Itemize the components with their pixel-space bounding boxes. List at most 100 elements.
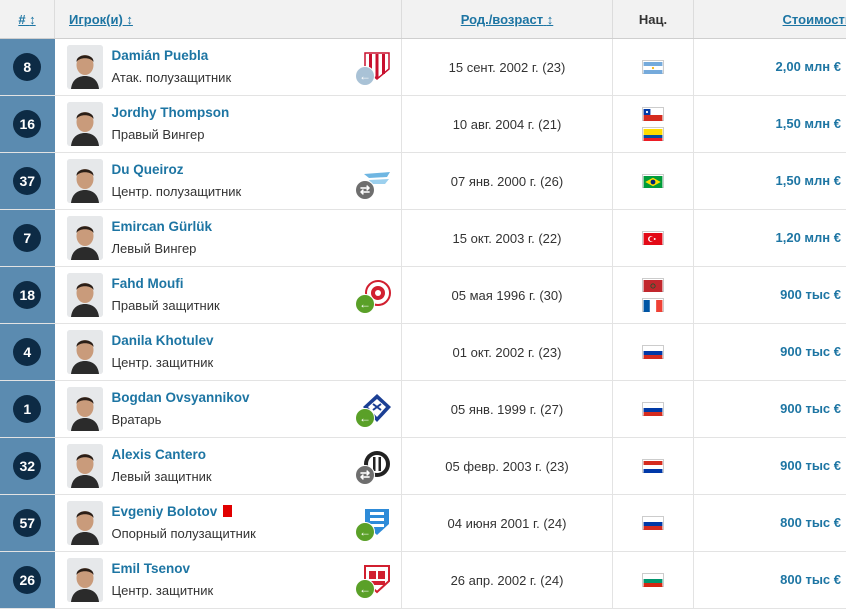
- market-value-cell: 900 тыс €⬆: [694, 324, 846, 381]
- player-name-link[interactable]: Danila Khotulev: [112, 333, 214, 348]
- club-badge[interactable]: ←: [359, 507, 393, 541]
- number-cell: 18: [0, 267, 55, 324]
- birth-date-cell: 26 апр. 2002 г. (24): [402, 552, 613, 609]
- birth-date-cell: 15 сент. 2002 г. (23): [402, 39, 613, 96]
- player-name-link[interactable]: Jordhy Thompson: [112, 105, 230, 120]
- sort-icon: ↕: [29, 12, 36, 27]
- market-value-link[interactable]: 900 тыс €: [780, 458, 841, 473]
- player-photo[interactable]: [67, 159, 103, 203]
- market-value-link[interactable]: 800 тыс €: [780, 572, 841, 587]
- club-badge[interactable]: ⇄: [359, 450, 393, 484]
- table-row: 37 Du Queiroz Центр. полузащитник ⇄ 07 я…: [0, 153, 846, 210]
- player-photo[interactable]: [67, 501, 103, 545]
- player-name-link[interactable]: Du Queiroz: [112, 162, 184, 177]
- player-photo[interactable]: [67, 387, 103, 431]
- player-photo[interactable]: [67, 273, 103, 317]
- club-badge[interactable]: ←: [359, 393, 393, 427]
- market-value-cell: 800 тыс €⬆: [694, 495, 846, 552]
- player-cell: Evgeniy Bolotov Опорный полузащитник ←: [55, 495, 402, 552]
- table-row: 57 Evgeniy Bolotov Опорный полузащитник …: [0, 495, 846, 552]
- brazil-flag-icon: [642, 174, 664, 188]
- birth-date-cell: 05 янв. 1999 г. (27): [402, 381, 613, 438]
- player-cell: Emil Tsenov Центр. защитник ←: [55, 552, 402, 609]
- table-row: 16 Jordhy Thompson Правый Вингер 10 авг.…: [0, 96, 846, 153]
- player-cell: Danila Khotulev Центр. защитник: [55, 324, 402, 381]
- player-photo[interactable]: [67, 102, 103, 146]
- header-age[interactable]: Род./возраст ↕: [402, 0, 613, 39]
- club-badge[interactable]: ←: [359, 51, 393, 85]
- shirt-number: 16: [13, 110, 41, 138]
- player-name-link[interactable]: Damián Puebla: [112, 48, 209, 63]
- market-value-link[interactable]: 2,00 млн €: [776, 59, 841, 74]
- player-cell: Fahd Moufi Правый защитник ←: [55, 267, 402, 324]
- market-value-cell: 2,00 млн €⬇: [694, 39, 846, 96]
- nationality-cell: [613, 495, 694, 552]
- header-nationality: Нац.: [613, 0, 694, 39]
- player-name-link[interactable]: Emil Tsenov: [112, 561, 191, 576]
- russia-flag-icon: [642, 516, 664, 530]
- number-cell: 57: [0, 495, 55, 552]
- market-value-cell: 1,20 млн €: [694, 210, 846, 267]
- club-badge[interactable]: ←: [359, 564, 393, 598]
- player-name-link[interactable]: Alexis Cantero: [112, 447, 207, 462]
- market-value-link[interactable]: 1,20 млн €: [776, 230, 841, 245]
- player-name-link[interactable]: Fahd Moufi: [112, 276, 184, 291]
- arrow-left-icon: ←: [355, 408, 375, 428]
- player-name-link[interactable]: Bogdan Ovsyannikov: [112, 390, 250, 405]
- club-badge[interactable]: ←: [359, 279, 393, 313]
- player-position: Левый защитник: [112, 468, 212, 486]
- table-row: 32 Alexis Cantero Левый защитник ⇄ 05 фе…: [0, 438, 846, 495]
- header-player[interactable]: Игрок(и) ↕: [55, 0, 402, 39]
- player-position: Левый Вингер: [112, 240, 213, 258]
- sort-value-link[interactable]: Стоимость ↓: [783, 12, 846, 27]
- number-cell: 8: [0, 39, 55, 96]
- market-value-cell: 1,50 млн €: [694, 153, 846, 210]
- club-badge[interactable]: ⇄: [359, 165, 393, 199]
- player-position: Центр. полузащитник: [112, 183, 242, 201]
- market-value-cell: 800 тыс €⬇: [694, 552, 846, 609]
- market-value-link[interactable]: 1,50 млн €: [776, 173, 841, 188]
- market-value-link[interactable]: 900 тыс €: [780, 344, 841, 359]
- market-value-link[interactable]: 800 тыс €: [780, 515, 841, 530]
- table-row: 8 Damián Puebla Атак. полузащитник ← 15 …: [0, 39, 846, 96]
- player-cell: Du Queiroz Центр. полузащитник ⇄: [55, 153, 402, 210]
- player-position: Опорный полузащитник: [112, 525, 256, 543]
- shirt-number: 4: [13, 338, 41, 366]
- player-photo[interactable]: [67, 330, 103, 374]
- player-photo[interactable]: [67, 444, 103, 488]
- sort-number-link[interactable]: # ↕: [18, 12, 35, 27]
- number-cell: 1: [0, 381, 55, 438]
- header-number[interactable]: # ↕: [0, 0, 55, 39]
- player-cell: Damián Puebla Атак. полузащитник ←: [55, 39, 402, 96]
- player-name-link[interactable]: Emircan Gürlük: [112, 219, 213, 234]
- player-name-link[interactable]: Evgeniy Bolotov: [112, 504, 218, 519]
- shirt-number: 57: [13, 509, 41, 537]
- number-cell: 26: [0, 552, 55, 609]
- russia-flag-icon: [642, 345, 664, 359]
- market-value-cell: 900 тыс €: [694, 267, 846, 324]
- player-photo[interactable]: [67, 558, 103, 602]
- arrow-left-icon: ←: [355, 66, 375, 86]
- player-photo[interactable]: [67, 45, 103, 89]
- player-cell: Bogdan Ovsyannikov Вратарь ←: [55, 381, 402, 438]
- bulgaria-flag-icon: [642, 573, 664, 587]
- number-cell: 32: [0, 438, 55, 495]
- header-value[interactable]: Стоимость ↓: [694, 0, 846, 39]
- sort-age-link[interactable]: Род./возраст ↕: [461, 12, 554, 27]
- number-cell: 16: [0, 96, 55, 153]
- player-photo[interactable]: [67, 216, 103, 260]
- france-flag-icon: [642, 298, 664, 312]
- morocco-flag-icon: [642, 278, 664, 292]
- nationality-cell: [613, 96, 694, 153]
- market-value-link[interactable]: 900 тыс €: [780, 287, 841, 302]
- birth-date-cell: 07 янв. 2000 г. (26): [402, 153, 613, 210]
- market-value-link[interactable]: 900 тыс €: [780, 401, 841, 416]
- player-position: Правый защитник: [112, 297, 220, 315]
- market-value-link[interactable]: 1,50 млн €: [776, 116, 841, 131]
- shirt-number: 18: [13, 281, 41, 309]
- birth-date-cell: 10 авг. 2004 г. (21): [402, 96, 613, 153]
- table-row: 4 Danila Khotulev Центр. защитник 01 окт…: [0, 324, 846, 381]
- player-position: Центр. защитник: [112, 582, 214, 600]
- player-position: Правый Вингер: [112, 126, 230, 144]
- sort-player-link[interactable]: Игрок(и) ↕: [69, 12, 133, 27]
